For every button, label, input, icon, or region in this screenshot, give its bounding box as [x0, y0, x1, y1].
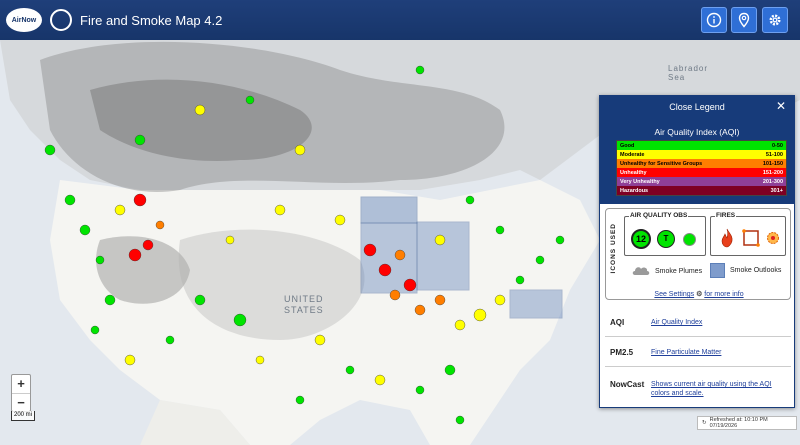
gear-icon — [769, 14, 781, 26]
aqi-level-label: Good — [620, 142, 635, 149]
aqi-level-row: Moderate 51-100 — [617, 150, 786, 159]
zoom-in-button[interactable]: + — [12, 375, 30, 393]
aqi-level-row: Hazardous 301+ — [617, 186, 786, 195]
term-link[interactable]: Fine Particulate Matter — [651, 348, 721, 357]
smoke-outlooks-legend: Smoke Outlooks — [710, 263, 781, 278]
app-header: AirNow Fire and Smoke Map 4.2 — [0, 0, 800, 40]
location-pin-icon — [738, 12, 750, 28]
airnow-logo[interactable]: AirNow — [6, 8, 42, 32]
zoom-out-button[interactable]: − — [12, 393, 30, 411]
aqi-level-label: Unhealthy — [620, 169, 647, 176]
smoke-plumes-legend: Smoke Plumes — [632, 264, 702, 278]
aqi-level-range: 51-100 — [765, 151, 783, 158]
fires-group: FIRES — [710, 212, 786, 256]
legend-header: Close Legend ✕ Air Quality Index (AQI) G… — [600, 96, 794, 204]
term-nowcast: NowCast Shows current air quality using … — [605, 380, 791, 398]
aqi-scale-table: Good 0-50 Moderate 51-100 Unhealthy for Sens… — [616, 140, 787, 196]
icons-used-label: ICONS USED — [610, 223, 617, 274]
aqi-level-range: 101-150 — [762, 160, 783, 167]
settings-button[interactable] — [762, 7, 788, 33]
aqi-level-range: 301+ — [770, 187, 783, 194]
term-key: PM2.5 — [610, 348, 634, 357]
aqi-level-range: 201-300 — [762, 178, 783, 185]
icons-used-box: ICONS USED AIR QUALITY OBS 12 T FIRES Sm… — [605, 208, 791, 300]
aq-obs-label: AIR QUALITY OBS — [629, 212, 689, 219]
aq-obs-group: AIR QUALITY OBS 12 T — [624, 212, 706, 256]
refreshed-text: Refreshed at: 10:10 PM 07/19/2026 — [709, 417, 768, 429]
fire-icon — [721, 228, 733, 248]
aqi-level-label: Very Unhealthy — [620, 178, 660, 185]
aqi-level-label: Moderate — [620, 151, 645, 158]
zoom-control: + − — [11, 374, 31, 412]
aqi-level-label: Hazardous — [620, 187, 649, 194]
term-link[interactable]: Shows current air quality using the AQI … — [651, 380, 781, 398]
refreshed-timestamp: ↻ Refreshed at: 10:10 PM 07/19/2026 — [697, 416, 797, 430]
map-label-labrador-sea: Labrador Sea — [668, 64, 709, 82]
more-info-link[interactable]: for more info — [704, 291, 743, 298]
divider — [605, 366, 791, 367]
term-pm25: PM2.5 Fine Particulate Matter — [605, 348, 791, 357]
aqi-level-label: Unhealthy for Sensitive Groups — [620, 160, 703, 167]
legend-panel: Close Legend ✕ Air Quality Index (AQI) G… — [599, 95, 795, 408]
divider — [605, 336, 791, 337]
term-aqi: AQI Air Quality Index — [605, 318, 791, 327]
map-label-united-states: UNITED STATES — [284, 294, 324, 315]
smoke-cloud-icon — [632, 267, 650, 275]
sensor-dot-icon — [683, 233, 696, 246]
term-key: AQI — [610, 318, 625, 327]
globe-icon — [50, 9, 72, 31]
aqi-level-range: 0-50 — [771, 142, 783, 149]
fires-label: FIRES — [715, 212, 737, 219]
see-settings-link[interactable]: See Settings — [654, 291, 694, 298]
aqi-level-row: Good 0-50 — [617, 141, 786, 150]
info-button[interactable] — [701, 7, 727, 33]
monitor-dot-icon: 12 — [631, 229, 651, 249]
close-icon[interactable]: ✕ — [776, 99, 786, 113]
scale-bar: 200 mi — [11, 411, 35, 421]
info-icon — [706, 12, 722, 28]
aqi-level-row: Very Unhealthy 201-300 — [617, 177, 786, 186]
smoke-plumes-label: Smoke Plumes — [655, 267, 703, 275]
see-settings-line[interactable]: See Settings ⚙ for more info — [606, 290, 792, 298]
close-legend-button[interactable]: Close Legend — [600, 102, 794, 112]
refresh-icon: ↻ — [702, 420, 707, 426]
satellite-fire-icon — [767, 232, 779, 244]
aqi-title: Air Quality Index (AQI) — [654, 127, 740, 137]
term-link[interactable]: Air Quality Index — [651, 318, 702, 327]
term-key: NowCast — [610, 380, 645, 389]
aqi-level-row: Unhealthy for Sensitive Groups 101-150 — [617, 159, 786, 168]
smoke-outlook-swatch — [710, 263, 725, 278]
location-button[interactable] — [731, 7, 757, 33]
aqi-level-row: Unhealthy 151-200 — [617, 168, 786, 177]
gear-icon: ⚙ — [696, 291, 703, 298]
smoke-outlooks-label: Smoke Outlooks — [730, 267, 782, 274]
fire-perimeter-icon — [742, 229, 760, 247]
temporary-monitor-icon: T — [657, 230, 675, 248]
aqi-level-range: 151-200 — [762, 169, 783, 176]
app-title: Fire and Smoke Map 4.2 — [80, 12, 223, 28]
